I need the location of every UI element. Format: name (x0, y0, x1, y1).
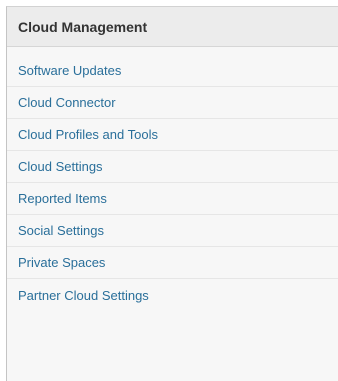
cloud-management-menu: Software Updates Cloud Connector Cloud P… (7, 55, 338, 311)
reported-items-link[interactable]: Reported Items (18, 191, 107, 206)
cloud-connector-link[interactable]: Cloud Connector (18, 95, 116, 110)
software-updates-link[interactable]: Software Updates (18, 63, 121, 78)
menu-item-cloud-settings[interactable]: Cloud Settings (7, 151, 338, 183)
menu-item-software-updates[interactable]: Software Updates (7, 55, 338, 87)
panel-header: Cloud Management (7, 7, 338, 47)
private-spaces-link[interactable]: Private Spaces (18, 255, 105, 270)
cloud-profiles-and-tools-link[interactable]: Cloud Profiles and Tools (18, 127, 158, 142)
partner-cloud-settings-link[interactable]: Partner Cloud Settings (18, 288, 149, 303)
menu-item-private-spaces[interactable]: Private Spaces (7, 247, 338, 279)
menu-item-reported-items[interactable]: Reported Items (7, 183, 338, 215)
menu-item-cloud-profiles-and-tools[interactable]: Cloud Profiles and Tools (7, 119, 338, 151)
social-settings-link[interactable]: Social Settings (18, 223, 104, 238)
cloud-settings-link[interactable]: Cloud Settings (18, 159, 103, 174)
menu-item-partner-cloud-settings[interactable]: Partner Cloud Settings (7, 279, 338, 311)
panel-title: Cloud Management (18, 18, 148, 35)
menu-item-cloud-connector[interactable]: Cloud Connector (7, 87, 338, 119)
menu-item-social-settings[interactable]: Social Settings (7, 215, 338, 247)
cloud-management-panel: Cloud Management Software Updates Cloud … (6, 6, 338, 381)
